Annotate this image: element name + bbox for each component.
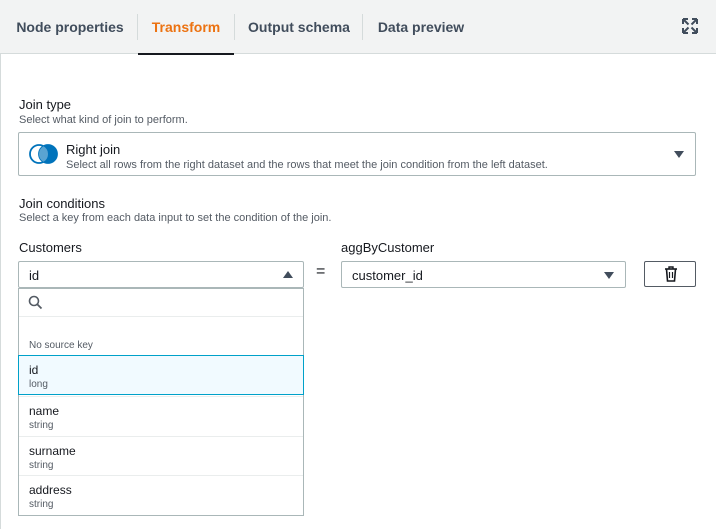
join-operator: = (316, 263, 326, 280)
left-key-dropdown: No source key id long name string surnam… (18, 288, 304, 516)
join-conditions-label: Join conditions (19, 196, 105, 211)
option-name: name (29, 404, 60, 418)
dropdown-option-name[interactable]: name string (19, 396, 303, 436)
join-type-label: Join type (19, 97, 72, 112)
chevron-down-icon (604, 272, 614, 279)
option-name: surname (29, 444, 76, 458)
dropdown-search-input[interactable] (19, 289, 303, 317)
dropdown-option-address[interactable]: address string (19, 475, 303, 515)
right-key-select[interactable]: customer_id (341, 261, 626, 288)
dropdown-group-label: No source key (29, 340, 93, 351)
tab-data-preview[interactable]: Data preview (372, 0, 470, 54)
right-join-venn-icon (29, 144, 58, 164)
join-type-description: Select what kind of join to perform. (19, 114, 188, 126)
join-type-select[interactable]: Right join Select all rows from the righ… (18, 132, 696, 176)
join-type-selected-title: Right join (66, 142, 121, 157)
chevron-up-icon (283, 271, 293, 278)
tab-bar: Node properties Transform Output schema … (0, 0, 716, 55)
tab-output-schema[interactable]: Output schema (244, 0, 354, 54)
chevron-down-icon (674, 151, 684, 158)
option-name: address (29, 483, 72, 497)
left-input-label: Customers (19, 240, 82, 255)
tab-divider (234, 14, 235, 40)
option-name: id (29, 363, 39, 377)
right-input-label: aggByCustomer (341, 240, 435, 255)
trash-icon (665, 266, 677, 282)
search-icon (28, 295, 43, 310)
tab-transform[interactable]: Transform (138, 0, 234, 55)
join-type-selected-description: Select all rows from the right dataset a… (66, 159, 548, 171)
left-key-value: id (29, 268, 40, 283)
panel-border (0, 54, 1, 529)
expand-icon[interactable] (681, 17, 699, 35)
tab-divider (362, 14, 363, 40)
option-type: string (29, 420, 54, 431)
option-type: string (29, 499, 54, 510)
left-key-select[interactable]: id (18, 261, 304, 288)
right-key-value: customer_id (352, 268, 423, 283)
option-type: long (29, 379, 48, 390)
join-conditions-description: Select a key from each data input to set… (19, 212, 332, 224)
delete-condition-button[interactable] (644, 261, 696, 287)
option-type: string (29, 460, 54, 471)
dropdown-option-id[interactable]: id long (18, 355, 304, 395)
dropdown-option-surname[interactable]: surname string (19, 436, 303, 476)
tab-node-properties[interactable]: Node properties (12, 0, 128, 54)
